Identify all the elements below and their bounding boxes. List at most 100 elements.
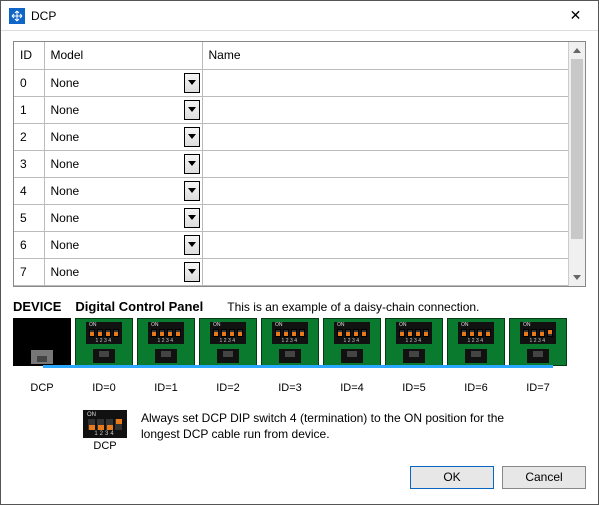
model-value: None xyxy=(51,103,80,117)
table-row: 4 None xyxy=(14,177,585,204)
cell-name-input[interactable] xyxy=(202,177,585,204)
cell-model-dropdown[interactable]: None xyxy=(44,123,202,150)
app-icon xyxy=(9,8,25,24)
chevron-down-icon[interactable] xyxy=(184,73,200,93)
cell-model-dropdown[interactable]: None xyxy=(44,69,202,96)
table-row: 2 None xyxy=(14,123,585,150)
dip-switch-icon: ON 1234 xyxy=(83,410,127,438)
cell-id: 2 xyxy=(14,123,44,150)
ethernet-port-icon xyxy=(341,349,363,363)
dip-caption: DCP xyxy=(83,440,127,452)
device-heading: DEVICE xyxy=(13,299,61,314)
panel-id-label: ID=2 xyxy=(199,382,257,394)
ethernet-port-icon xyxy=(279,349,301,363)
dcp-panel: ON1234 xyxy=(199,318,257,366)
model-value: None xyxy=(51,265,80,279)
ethernet-port-icon xyxy=(93,349,115,363)
chevron-down-icon[interactable] xyxy=(184,262,200,282)
ok-button[interactable]: OK xyxy=(410,466,494,489)
ethernet-port-icon xyxy=(217,349,239,363)
cell-model-dropdown[interactable]: None xyxy=(44,231,202,258)
note-text: Always set DCP DIP switch 4 (termination… xyxy=(141,410,541,442)
panel-id-label: ID=5 xyxy=(385,382,443,394)
daisy-chain-diagram: ON1234 ON1234 ON1234 ON1234 ON1234 ON123… xyxy=(13,318,586,380)
table-row: 7 None xyxy=(14,258,585,285)
cell-id: 5 xyxy=(14,204,44,231)
panel-id-label: ID=0 xyxy=(75,382,133,394)
cell-id: 6 xyxy=(14,231,44,258)
dip-switch-icon: ON1234 xyxy=(148,322,184,344)
vertical-scrollbar[interactable] xyxy=(568,42,585,286)
dcp-panel: ON1234 xyxy=(447,318,505,366)
cell-model-dropdown[interactable]: None xyxy=(44,150,202,177)
dip-switch-icon: ON1234 xyxy=(458,322,494,344)
ethernet-port-icon xyxy=(155,349,177,363)
model-value: None xyxy=(51,76,80,90)
cell-model-dropdown[interactable]: None xyxy=(44,204,202,231)
cell-id: 1 xyxy=(14,96,44,123)
dcp-panel: ON1234 xyxy=(261,318,319,366)
dip-switch-icon: ON1234 xyxy=(272,322,308,344)
dip-switch-icon: ON1234 xyxy=(86,322,122,344)
cell-id: 0 xyxy=(14,69,44,96)
cell-name-input[interactable] xyxy=(202,150,585,177)
panel-id-label: ID=1 xyxy=(137,382,195,394)
cell-id: 3 xyxy=(14,150,44,177)
dip-switch-icon: ON1234 xyxy=(520,322,556,344)
model-value: None xyxy=(51,130,80,144)
chevron-down-icon[interactable] xyxy=(184,154,200,174)
cell-model-dropdown[interactable]: None xyxy=(44,258,202,285)
termination-note: ON 1234 DCP Always set DCP DIP switch 4 … xyxy=(13,410,586,452)
cell-name-input[interactable] xyxy=(202,123,585,150)
table-row: 5 None xyxy=(14,204,585,231)
table-row: 6 None xyxy=(14,231,585,258)
cell-id: 4 xyxy=(14,177,44,204)
cell-name-input[interactable] xyxy=(202,231,585,258)
panel-id-label: ID=4 xyxy=(323,382,381,394)
cell-model-dropdown[interactable]: None xyxy=(44,96,202,123)
panel-heading: Digital Control Panel xyxy=(75,299,203,314)
scroll-up-icon[interactable] xyxy=(569,42,585,59)
model-value: None xyxy=(51,157,80,171)
device-box xyxy=(13,318,71,366)
cancel-button[interactable]: Cancel xyxy=(502,466,586,489)
model-value: None xyxy=(51,211,80,225)
scroll-thumb[interactable] xyxy=(571,59,583,239)
chain-labels: DCP ID=0 ID=1 ID=2 ID=3 ID=4 ID=5 ID=6 I… xyxy=(13,382,586,394)
cell-name-input[interactable] xyxy=(202,96,585,123)
device-caption: DCP xyxy=(13,382,71,394)
chevron-down-icon[interactable] xyxy=(184,235,200,255)
panel-id-label: ID=7 xyxy=(509,382,567,394)
dcp-panel: ON1234 xyxy=(509,318,567,366)
ethernet-port-icon xyxy=(31,350,53,364)
dcp-panel: ON1234 xyxy=(323,318,381,366)
chevron-down-icon[interactable] xyxy=(184,100,200,120)
ethernet-port-icon xyxy=(527,349,549,363)
ethernet-port-icon xyxy=(465,349,487,363)
dcp-panel: ON1234 xyxy=(75,318,133,366)
dip-switch-icon: ON1234 xyxy=(396,322,432,344)
close-button[interactable]: ✕ xyxy=(553,1,598,31)
table-row: 3 None xyxy=(14,150,585,177)
chevron-down-icon[interactable] xyxy=(184,127,200,147)
title-bar: DCP ✕ xyxy=(1,1,598,31)
table-row: 0 None xyxy=(14,69,585,96)
table-row: 1 None xyxy=(14,96,585,123)
chevron-down-icon[interactable] xyxy=(184,181,200,201)
cell-name-input[interactable] xyxy=(202,204,585,231)
col-header-model[interactable]: Model xyxy=(44,42,202,69)
cell-name-input[interactable] xyxy=(202,69,585,96)
dcp-panel: ON1234 xyxy=(137,318,195,366)
dcp-table: ID Model Name 0 None 1 None 2 None xyxy=(13,41,586,287)
cell-model-dropdown[interactable]: None xyxy=(44,177,202,204)
diagram-subtitle: This is an example of a daisy-chain conn… xyxy=(227,300,479,314)
cell-name-input[interactable] xyxy=(202,258,585,285)
model-value: None xyxy=(51,184,80,198)
dip-switch-icon: ON1234 xyxy=(334,322,370,344)
window-title: DCP xyxy=(31,9,553,23)
col-header-name[interactable]: Name xyxy=(202,42,585,69)
model-value: None xyxy=(51,238,80,252)
col-header-id[interactable]: ID xyxy=(14,42,44,69)
scroll-down-icon[interactable] xyxy=(569,269,585,286)
chevron-down-icon[interactable] xyxy=(184,208,200,228)
